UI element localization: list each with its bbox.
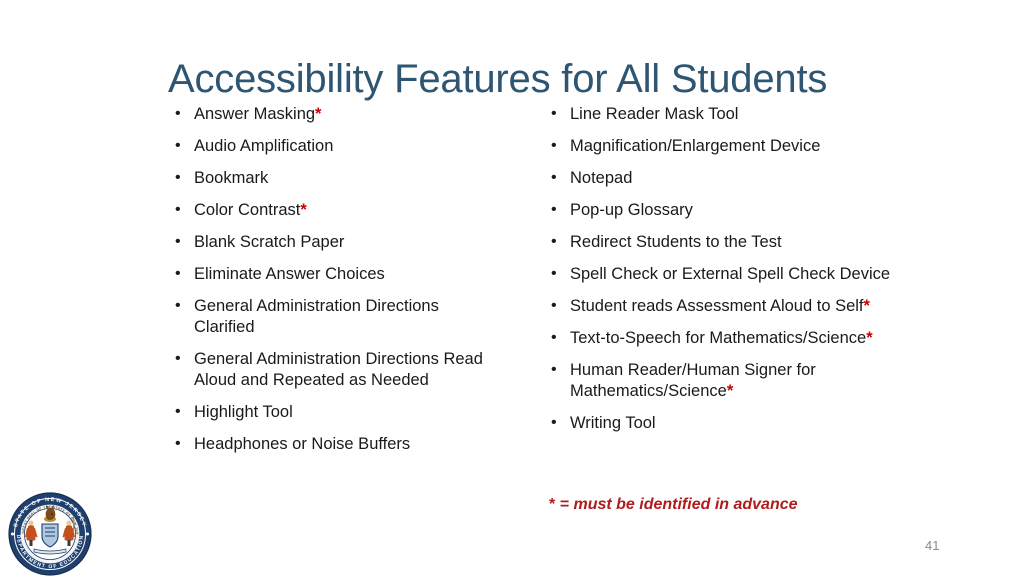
required-in-advance-asterisk: *: [300, 201, 307, 219]
required-in-advance-asterisk: *: [315, 105, 322, 123]
accessibility-feature-label: Text-to-Speech for Mathematics/Science: [570, 329, 867, 347]
accessibility-feature-item: Highlight Tool: [170, 401, 500, 423]
accessibility-feature-item: General Administration Directions Clarif…: [170, 295, 500, 338]
accessibility-feature-item: Bookmark: [170, 167, 500, 189]
accessibility-feature-label: Spell Check or External Spell Check Devi…: [570, 265, 891, 283]
accessibility-feature-label: Student reads Assessment Aloud to Self: [570, 297, 864, 315]
accessibility-feature-item: Human Reader/Human Signer for Mathematic…: [546, 359, 906, 402]
accessibility-feature-item: Answer Masking*: [170, 103, 500, 125]
accessibility-feature-item: Text-to-Speech for Mathematics/Science*: [546, 327, 906, 349]
asterisk-legend-footnote: * = must be identified in advance: [549, 494, 798, 515]
accessibility-feature-label: Redirect Students to the Test: [570, 233, 782, 251]
accessibility-feature-label: Line Reader Mask Tool: [570, 105, 739, 123]
accessibility-feature-item: Blank Scratch Paper: [170, 231, 500, 253]
slide-canvas: Accessibility Features for All Students …: [0, 0, 1024, 576]
accessibility-feature-label: General Administration Directions Clarif…: [194, 297, 439, 336]
accessibility-feature-item: Eliminate Answer Choices: [170, 263, 500, 285]
accessibility-feature-label: Pop-up Glossary: [570, 201, 693, 219]
accessibility-feature-item: Color Contrast*: [170, 199, 500, 221]
accessibility-feature-label: Audio Amplification: [194, 137, 334, 155]
accessibility-feature-list-right: Line Reader Mask Tool Magnification/Enlar…: [546, 103, 906, 434]
accessibility-feature-label: Blank Scratch Paper: [194, 233, 345, 251]
accessibility-feature-label: General Administration Directions Read A…: [194, 350, 483, 389]
right-bullet-column: Line Reader Mask Tool Magnification/Enlar…: [546, 103, 906, 434]
accessibility-feature-item: Writing Tool: [546, 412, 906, 434]
accessibility-feature-list-left: Answer Masking*Audio AmplificationBookma…: [170, 103, 500, 455]
accessibility-feature-item: Pop-up Glossary: [546, 199, 906, 221]
accessibility-feature-item: General Administration Directions Read A…: [170, 348, 500, 391]
accessibility-feature-item: Redirect Students to the Test: [546, 231, 906, 253]
required-in-advance-asterisk: *: [863, 297, 870, 315]
required-in-advance-asterisk: *: [726, 382, 734, 400]
required-in-advance-asterisk: *: [866, 329, 873, 347]
accessibility-feature-label: Writing Tool: [570, 414, 656, 432]
accessibility-feature-label: Headphones or Noise Buffers: [194, 435, 411, 453]
accessibility-feature-item: Magnification/Enlargement Device: [546, 135, 906, 157]
accessibility-feature-label: Bookmark: [194, 169, 269, 187]
accessibility-feature-item: Spell Check or External Spell Check Devi…: [546, 263, 906, 285]
accessibility-feature-label: Magnification/Enlargement Device: [570, 137, 821, 155]
footnote-text: = must be identified in advance: [555, 496, 798, 513]
accessibility-feature-item: Student reads Assessment Aloud to Self*: [546, 295, 906, 317]
left-bullet-column: Answer Masking*Audio AmplificationBookma…: [170, 103, 500, 455]
accessibility-feature-label: Color Contrast: [194, 201, 301, 219]
slide-page-number: 41: [925, 538, 940, 553]
accessibility-feature-label: Notepad: [570, 169, 633, 187]
accessibility-feature-label: Human Reader/Human Signer for Mathematic…: [570, 361, 816, 400]
accessibility-feature-item: Audio Amplification: [170, 135, 500, 157]
page-title: Accessibility Features for All Students: [168, 56, 828, 101]
new-jersey-department-of-education-seal-icon: STATE OF NEW JERSEY DEPARTMENT OF EDUCAT…: [6, 490, 94, 576]
accessibility-feature-item: Headphones or Noise Buffers: [170, 433, 500, 455]
accessibility-feature-label: Highlight Tool: [194, 403, 293, 421]
accessibility-feature-label: Eliminate Answer Choices: [194, 265, 385, 283]
accessibility-feature-label: Answer Masking: [194, 105, 316, 123]
accessibility-feature-item: Notepad: [546, 167, 906, 189]
accessibility-feature-item: Line Reader Mask Tool: [546, 103, 906, 125]
